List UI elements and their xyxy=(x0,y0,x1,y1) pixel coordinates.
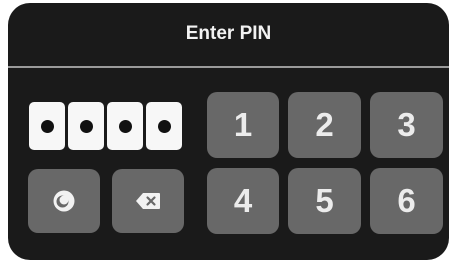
pin-dot xyxy=(68,102,104,150)
backspace-button[interactable] xyxy=(112,169,184,233)
pin-entry-panel: Enter PIN 1 2 3 4 5 6 xyxy=(8,3,449,260)
toggle-visibility-button[interactable] xyxy=(28,169,100,233)
pin-dot xyxy=(29,102,65,150)
eye-icon xyxy=(51,188,77,214)
pin-dot xyxy=(146,102,182,150)
backspace-icon xyxy=(135,192,161,210)
keypad-key-2[interactable]: 2 xyxy=(288,92,361,158)
page-title: Enter PIN xyxy=(185,23,272,44)
keypad-key-1[interactable]: 1 xyxy=(207,92,279,158)
keypad-key-5[interactable]: 5 xyxy=(288,168,361,234)
keypad-key-6[interactable]: 6 xyxy=(370,168,443,234)
pin-display xyxy=(29,102,182,150)
keypad-key-3[interactable]: 3 xyxy=(370,92,443,158)
header-divider xyxy=(8,66,449,68)
keypad-key-4[interactable]: 4 xyxy=(207,168,279,234)
pin-dot xyxy=(107,102,143,150)
